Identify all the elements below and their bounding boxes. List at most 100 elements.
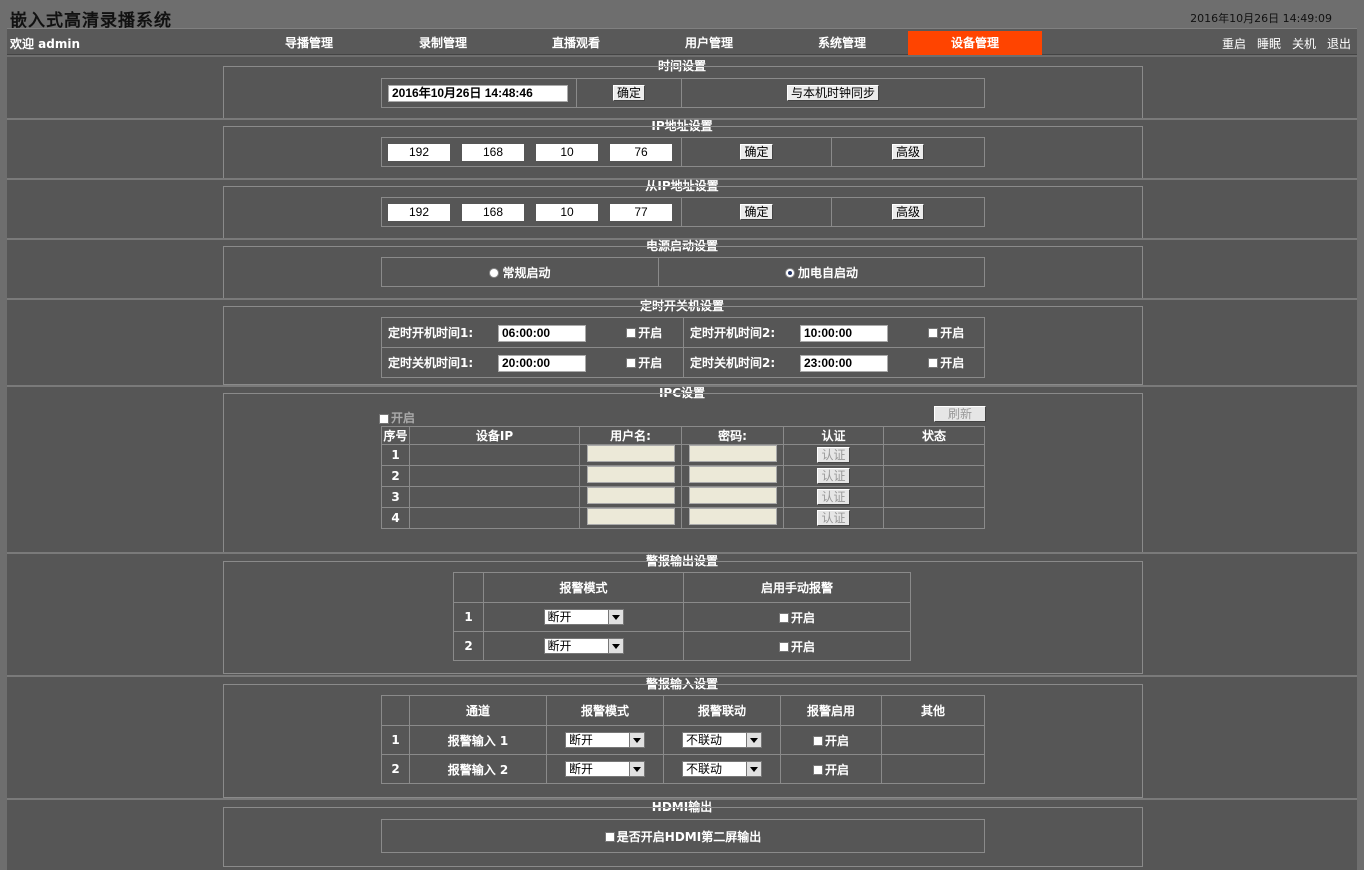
alarm-output-row: 1 断开 开启 [453,602,911,632]
alarm-output-manual-checkbox[interactable] [778,613,789,623]
timer-on1-input[interactable]: 06:00:00 [498,324,586,342]
time-table: 2016年10月26日 14:48:46 确定 与本机时钟同步 [381,78,985,108]
ipc-auth-button[interactable]: 认证 [817,489,850,505]
timer-on2-input[interactable]: 10:00:00 [800,324,888,342]
hdmi-second-screen-checkbox[interactable] [604,832,615,842]
alarm-input-header-channel: 通道 [409,695,547,726]
ipc-auth-button[interactable]: 认证 [817,510,850,526]
ipc-row-ip [409,444,580,466]
enable-label: 开启 [940,355,965,370]
ipc-row-status [883,486,985,508]
device-settings-content: 时间设置 2016年10月26日 14:48:46 确定 与本机时钟同步 IP地… [7,57,1357,870]
ipc-header-auth: 认证 [783,426,884,445]
enable-label: 开启 [638,325,663,340]
ipc-row-ip [409,507,580,529]
ip-confirm-button[interactable]: 确定 [740,144,773,160]
ip-octet-2[interactable]: 168 [462,143,524,161]
ipc-auth-button[interactable]: 认证 [817,447,850,463]
ipc-table: 序号 设备IP 用户名: 密码: 认证 状态 1 认证 2 认证 3 认证 4 [381,426,985,529]
ipc-refresh-button[interactable]: 刷新 [934,406,986,422]
ipc-password-input[interactable] [688,466,777,483]
timer-off1-input[interactable]: 20:00:00 [498,354,586,372]
nav-item-live[interactable]: 直播观看 [509,31,643,55]
alarm-output-mode-select[interactable]: 断开 [543,638,624,654]
alarm-output-row: 2 断开 开启 [453,631,911,661]
power-normal-label: 常规启动 [502,265,551,280]
nav-item-device[interactable]: 设备管理 [908,31,1042,55]
ip-octet-1[interactable]: 192 [388,143,450,161]
timer-off1-checkbox[interactable] [626,358,637,368]
alarm-output-row-index: 1 [453,602,484,632]
ipc-password-input[interactable] [688,445,777,462]
slave-ip-confirm-button[interactable]: 确定 [740,204,773,220]
nav-item-users[interactable]: 用户管理 [642,31,776,55]
alarm-input-link-select[interactable]: 不联动 [682,732,762,748]
chevron-down-icon [607,610,623,624]
timer-off2-label: 定时关机时间2: [690,355,776,370]
ipc-username-input[interactable] [586,487,675,504]
ipc-row: 2 认证 [381,465,985,487]
ipc-row-status [883,507,985,529]
slave-ip-octet-2[interactable]: 168 [462,203,524,221]
ipc-username-input[interactable] [586,466,675,483]
ipc-enable-checkbox[interactable] [379,413,389,424]
alarm-input-header-mode: 报警模式 [546,695,664,726]
enable-label: 开启 [940,325,965,340]
ipc-header-username: 用户名: [579,426,682,445]
ip-octet-3[interactable]: 10 [536,143,598,161]
slave-ip-octet-1[interactable]: 192 [388,203,450,221]
alarm-input-enable-checkbox[interactable] [812,765,823,775]
reboot-link[interactable]: 重启 [1222,35,1246,52]
power-normal-radio[interactable] [489,268,500,278]
ip-table: 192 168 10 76 确定 高级 [381,137,985,167]
ipc-password-input[interactable] [688,487,777,504]
timer-on2-checkbox[interactable] [928,328,939,338]
ipc-auth-button[interactable]: 认证 [817,468,850,484]
logout-link[interactable]: 退出 [1327,35,1351,52]
sync-clock-button[interactable]: 与本机时钟同步 [786,85,879,101]
header-datetime: 2016年10月26日 14:49:09 [1190,12,1332,25]
ipc-password-input[interactable] [688,508,777,525]
slave-ip-octet-4[interactable]: 77 [610,203,672,221]
nav-item-recording[interactable]: 录制管理 [376,31,510,55]
ipc-username-input[interactable] [586,508,675,525]
ipc-row-status [883,444,985,466]
alarm-input-header-link: 报警联动 [663,695,781,726]
timer-on1-checkbox[interactable] [626,328,637,338]
time-confirm-button[interactable]: 确定 [612,85,645,101]
alarm-input-mode-select[interactable]: 断开 [565,732,645,748]
alarm-input-other [881,725,985,755]
shutdown-link[interactable]: 关机 [1292,35,1316,52]
power-table: 常规启动 加电自启动 [381,257,985,287]
slave-ip-octet-3[interactable]: 10 [536,203,598,221]
power-auto-radio[interactable] [784,268,795,278]
ip-octet-4[interactable]: 76 [610,143,672,161]
alarm-input-mode-select[interactable]: 断开 [565,761,645,777]
ipc-enable[interactable]: 开启 [379,409,415,426]
alarm-input-enable-checkbox[interactable] [812,736,823,746]
alarm-input-row-index: 2 [381,754,410,784]
alarm-output-mode-select[interactable]: 断开 [543,609,624,625]
ipc-row-ip [409,465,580,487]
timer-off2-checkbox[interactable] [928,358,939,368]
nav-item-director[interactable]: 导播管理 [242,31,376,55]
ipc-row-index: 3 [381,486,410,508]
chevron-down-icon [746,762,761,776]
welcome-text: 欢迎 admin [10,37,81,51]
ipc-username-input[interactable] [586,445,675,462]
ip-advanced-button[interactable]: 高级 [891,144,924,160]
slave-ip-advanced-button[interactable]: 高级 [891,204,924,220]
chevron-down-icon [607,639,623,653]
hdmi-second-screen-label: 是否开启HDMI第二屏输出 [616,829,762,844]
sleep-link[interactable]: 睡眠 [1257,35,1281,52]
ipc-row-index: 4 [381,507,410,529]
timer-off1-label: 定时关机时间1: [388,355,474,370]
hdmi-table: 是否开启HDMI第二屏输出 [381,819,985,853]
ipc-row: 1 认证 [381,444,985,466]
alarm-input-link-select[interactable]: 不联动 [682,761,762,777]
timer-off2-input[interactable]: 23:00:00 [800,354,888,372]
alarm-output-header-mode: 报警模式 [483,572,684,603]
nav-item-system[interactable]: 系统管理 [775,31,909,55]
alarm-output-manual-checkbox[interactable] [778,642,789,652]
datetime-input[interactable]: 2016年10月26日 14:48:46 [388,84,568,102]
